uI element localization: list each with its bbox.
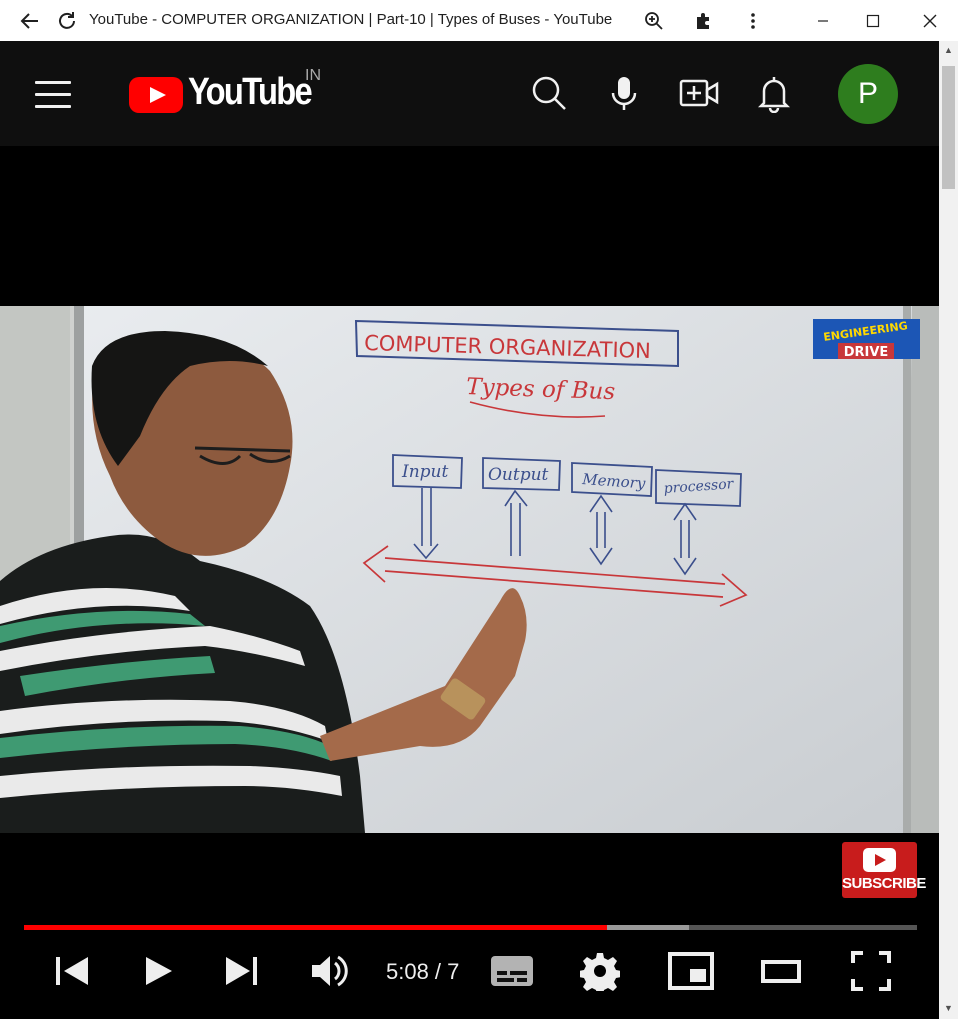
output-box-label: Output	[488, 465, 549, 485]
theater-mode-icon[interactable]	[761, 951, 801, 991]
progress-played	[24, 925, 608, 930]
country-code: IN	[305, 67, 321, 84]
watermark-line2: DRIVE	[844, 345, 889, 360]
fullscreen-icon[interactable]	[851, 951, 891, 991]
close-icon[interactable]	[917, 8, 943, 34]
minimize-icon[interactable]	[810, 8, 836, 34]
scroll-up-icon[interactable]: ▲	[943, 45, 954, 55]
notifications-bell-icon[interactable]	[754, 73, 794, 114]
whiteboard-subheading: Types of Bus	[466, 374, 616, 405]
reload-icon[interactable]	[54, 8, 80, 34]
scroll-thumb[interactable]	[942, 66, 955, 189]
create-video-icon[interactable]	[679, 73, 719, 113]
microphone-icon[interactable]	[604, 73, 644, 113]
captions-icon[interactable]	[490, 951, 534, 991]
engineering-drive-logo: ENGINEERING DRIVE	[813, 319, 920, 360]
scroll-down-icon[interactable]: ▼	[943, 1003, 954, 1013]
window-title: YouTube - COMPUTER ORGANIZATION | Part-1…	[89, 11, 613, 28]
miniplayer-icon[interactable]	[668, 951, 714, 991]
youtube-logo-text[interactable]: YouTube	[188, 71, 313, 114]
menu-icon[interactable]	[35, 81, 71, 108]
page-scrollbar[interactable]: ▲ ▼	[939, 41, 958, 1019]
input-box-label: Input	[401, 462, 448, 482]
video-frame[interactable]: COMPUTER ORGANIZATION Types of Bus Input…	[0, 306, 939, 833]
zoom-icon[interactable]	[641, 8, 667, 34]
youtube-logo-icon[interactable]	[129, 77, 183, 113]
player-controls: SUBSCRIBE 5:08 / 7	[0, 833, 939, 1019]
account-avatar[interactable]: P	[838, 64, 898, 124]
extensions-icon[interactable]	[691, 8, 717, 34]
previous-icon[interactable]	[52, 951, 92, 991]
back-arrow-icon[interactable]	[17, 8, 43, 34]
search-icon[interactable]	[529, 73, 569, 113]
play-icon[interactable]	[138, 951, 178, 991]
more-menu-icon[interactable]	[740, 8, 766, 34]
subscribe-button[interactable]: SUBSCRIBE	[842, 842, 926, 898]
subscribe-label: SUBSCRIBE	[842, 875, 926, 892]
maximize-icon[interactable]	[860, 8, 886, 34]
next-icon[interactable]	[222, 951, 262, 991]
browser-titlebar: YouTube - COMPUTER ORGANIZATION | Part-1…	[0, 0, 958, 41]
volume-icon[interactable]	[308, 951, 348, 991]
video-content: COMPUTER ORGANIZATION Types of Bus Input…	[0, 306, 939, 833]
progress-bar[interactable]	[24, 925, 917, 930]
time-display: 5:08 / 7	[386, 959, 460, 984]
settings-icon[interactable]	[579, 951, 621, 995]
masthead: YouTube IN P	[0, 41, 939, 146]
subscribe-play-icon	[863, 848, 896, 872]
youtube-app: YouTube IN P COMPUTER ORGANIZATION Types…	[0, 41, 939, 1019]
